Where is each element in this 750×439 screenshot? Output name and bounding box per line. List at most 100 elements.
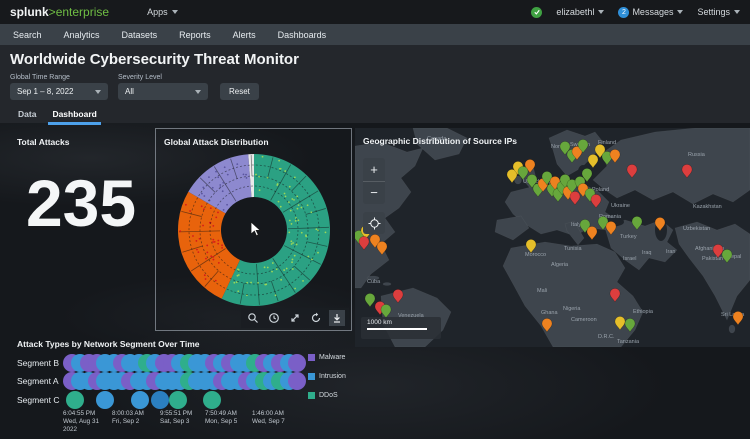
map-pin-icon[interactable] — [365, 293, 375, 307]
country-label: Iraq — [642, 250, 651, 256]
chevron-down-icon — [734, 10, 740, 14]
appnav-item-analytics[interactable]: Analytics — [53, 30, 111, 40]
appnav-item-alerts[interactable]: Alerts — [222, 30, 267, 40]
country-label: Ukraine — [611, 203, 630, 209]
country-label: Pakistan — [702, 256, 723, 262]
page-title: Worldwide Cybersecurity Threat Monitor — [10, 51, 299, 68]
map-zoom-in-button[interactable]: + — [363, 158, 385, 182]
country-label: Israel — [623, 256, 636, 262]
x-axis-tick-label: 1:46:00 AMWed, Sep 7 — [252, 410, 285, 426]
appnav-item-search[interactable]: Search — [2, 30, 53, 40]
page-header: Worldwide Cybersecurity Threat Monitor G… — [0, 45, 750, 123]
punch-circle — [288, 372, 306, 390]
country-label: Cameroon — [571, 317, 597, 323]
map-scale-line — [367, 328, 427, 330]
country-label: Iran — [666, 249, 675, 255]
time-range-label: Global Time Range — [10, 74, 70, 81]
punch-circle — [151, 391, 169, 409]
country-label: Russia — [688, 152, 706, 158]
refresh-icon[interactable] — [308, 310, 324, 326]
country-label: Kazakhstan — [693, 204, 722, 210]
row-label-segment-a: Segment A — [17, 376, 59, 386]
mouse-cursor-icon — [250, 222, 262, 238]
attack-timeline-panel: Attack Types by Network Segment Over Tim… — [0, 330, 375, 439]
top-bar: splunk>enterprise Apps elizabethl 2Messa… — [0, 0, 750, 24]
country-label: Tunisia — [564, 246, 582, 252]
zoom-icon[interactable] — [245, 310, 261, 326]
punch-circle — [203, 391, 221, 409]
legend-swatch — [308, 354, 315, 361]
chevron-down-icon — [195, 90, 201, 94]
country-label: Tanzania — [617, 339, 640, 345]
map-pin-icon[interactable] — [588, 154, 598, 168]
country-label: Ethiopia — [633, 309, 654, 315]
chart-toolbar — [241, 308, 349, 328]
attack-timeline-title: Attack Types by Network Segment Over Tim… — [17, 339, 200, 349]
user-menu[interactable]: elizabethl — [556, 7, 604, 17]
severity-label: Severity Level — [118, 74, 162, 81]
appnav-item-reports[interactable]: Reports — [168, 30, 222, 40]
clock-icon[interactable] — [266, 310, 282, 326]
total-attacks-value: 235 — [8, 170, 154, 236]
reset-button[interactable]: Reset — [220, 83, 259, 100]
messages-count-badge: 2 — [618, 7, 629, 18]
severity-dropdown[interactable]: All — [118, 83, 208, 100]
legend-item-malware: Malware — [308, 354, 345, 361]
time-range-dropdown[interactable]: Sep 1 – 8, 2022 — [10, 83, 108, 100]
legend-swatch — [308, 373, 315, 380]
app-nav: SearchAnalyticsDatasetsReportsAlertsDash… — [0, 24, 750, 45]
geo-map-panel: CanadaRussiaNorwaySwedenFinlandUnited Ki… — [355, 128, 750, 347]
country-label: Uzbekistan — [683, 226, 710, 232]
user-avatar-icon — [531, 7, 542, 18]
legend-item-intrusion: Intrusion — [308, 373, 346, 380]
row-label-segment-b: Segment B — [17, 358, 59, 368]
map-pin-icon[interactable] — [733, 311, 743, 325]
attack-distribution-title: Global Attack Distribution — [164, 137, 269, 147]
punch-circle — [169, 391, 187, 409]
country-label: Cuba — [367, 279, 381, 285]
geo-map-title: Geographic Distribution of Source IPs — [363, 136, 517, 146]
expand-icon[interactable] — [287, 310, 303, 326]
total-attacks-title: Total Attacks — [17, 137, 69, 147]
appnav-item-datasets[interactable]: Datasets — [111, 30, 169, 40]
punch-circle — [131, 391, 149, 409]
download-icon[interactable] — [329, 310, 345, 326]
map-locate-button[interactable] — [363, 212, 385, 234]
chevron-down-icon — [172, 10, 178, 14]
punch-circle — [288, 354, 306, 372]
legend-swatch — [308, 392, 315, 399]
tab-data[interactable]: Data — [10, 107, 44, 123]
map-scale-bar: 1000 km — [361, 317, 441, 339]
chevron-down-icon — [95, 90, 101, 94]
x-axis-tick-label: 8:00:03 AMFri, Sep 2 — [112, 410, 144, 426]
map-zoom-control: + − — [363, 158, 385, 204]
chevron-down-icon — [598, 10, 604, 14]
country-label: D.R.C. — [598, 334, 615, 340]
total-attacks-panel: Total Attacks 235 — [8, 128, 154, 333]
appnav-item-dashboards[interactable]: Dashboards — [267, 30, 338, 40]
map-zoom-out-button[interactable]: − — [363, 182, 385, 205]
messages-menu[interactable]: 2Messages — [618, 7, 683, 18]
country-label: Turkey — [620, 234, 637, 240]
apps-menu[interactable]: Apps — [147, 7, 178, 17]
splunk-logo: splunk>enterprise — [10, 5, 109, 19]
map-scale-label: 1000 km — [367, 319, 435, 326]
country-label: Morocco — [525, 252, 546, 258]
x-axis-tick-label: 9:55:51 PMSat, Sep 3 — [160, 410, 192, 426]
map-pin-icon[interactable] — [587, 226, 597, 240]
map-canvas[interactable]: CanadaRussiaNorwaySwedenFinlandUnited Ki… — [355, 128, 750, 347]
splunk-dashboard-screen: splunk>enterprise Apps elizabethl 2Messa… — [0, 0, 750, 439]
country-label: Mali — [537, 288, 547, 294]
crosshair-icon — [368, 217, 381, 230]
row-label-segment-c: Segment C — [17, 395, 60, 405]
country-label: Nigeria — [563, 306, 581, 312]
x-axis-tick-label: 6:04:55 PMWed, Aug 312022 — [63, 410, 99, 434]
settings-menu[interactable]: Settings — [697, 7, 740, 17]
punch-circle — [66, 391, 84, 409]
country-label: Algeria — [551, 262, 569, 268]
country-label: Ghana — [541, 310, 558, 316]
chevron-down-icon — [677, 10, 683, 14]
legend-item-ddos: DDoS — [308, 392, 338, 399]
tab-bar: DataDashboard — [10, 107, 105, 123]
tab-dashboard[interactable]: Dashboard — [44, 107, 104, 123]
